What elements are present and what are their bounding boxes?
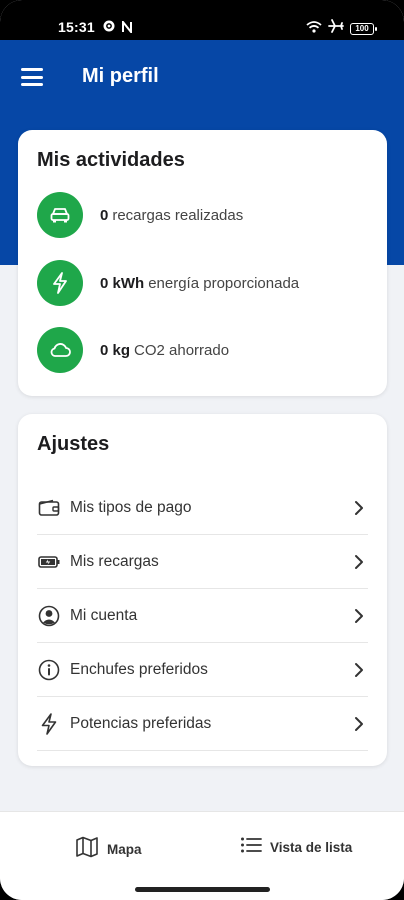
nav-map-label: Mapa — [107, 842, 142, 857]
nav-map[interactable]: Mapa — [75, 836, 142, 863]
status-right-icons: 100 — [306, 19, 377, 38]
list-icon — [240, 836, 262, 859]
chevron-right-icon — [352, 498, 366, 518]
n-badge-icon — [122, 18, 132, 38]
nav-list-view[interactable]: Vista de lista — [240, 836, 352, 859]
chevron-right-icon — [352, 552, 366, 572]
menu-bar — [21, 83, 43, 86]
status-left-icons — [102, 18, 132, 38]
nav-list-label: Vista de lista — [270, 840, 353, 855]
settings-item-plugs[interactable]: Enchufes preferidos — [37, 643, 368, 697]
airplane-icon — [328, 19, 344, 38]
phone-screen: 15:31 100 Mi perfil Mis actividades 0 re… — [0, 0, 404, 900]
settings-item-label: Mis tipos de pago — [70, 498, 192, 516]
wallet-icon — [37, 496, 61, 520]
activity-label: CO2 ahorrado — [134, 341, 230, 359]
settings-item-label: Potencias preferidas — [70, 714, 212, 732]
menu-bar — [21, 68, 43, 71]
account-icon — [37, 604, 61, 628]
map-icon — [75, 836, 99, 863]
activity-value: 0 kWh — [100, 274, 145, 292]
settings-item-account[interactable]: Mi cuenta — [37, 589, 368, 643]
activity-value: 0 — [100, 206, 109, 224]
settings-item-recharges[interactable]: Mis recargas — [37, 535, 368, 589]
wifi-icon — [306, 20, 322, 38]
chevron-right-icon — [352, 714, 366, 734]
activity-item-recargas: 0 recargas realizadas — [37, 192, 243, 238]
cloud-icon — [37, 327, 83, 373]
status-bar: 15:31 100 — [0, 0, 404, 40]
activity-text: 0 kWh energía proporcionada — [100, 275, 299, 292]
bolt-icon — [37, 260, 83, 306]
settings-item-payment[interactable]: Mis tipos de pago — [37, 481, 368, 535]
settings-item-power[interactable]: Potencias preferidas — [37, 697, 368, 751]
activities-card: Mis actividades 0 recargas realizadas 0 k… — [18, 130, 387, 396]
settings-item-label: Enchufes preferidos — [70, 660, 208, 678]
activity-label: recargas realizadas — [112, 206, 244, 224]
battery-charge-icon — [37, 550, 61, 574]
menu-bar — [21, 75, 43, 79]
settings-title: Ajustes — [37, 433, 110, 455]
activity-text: 0 kg CO2 ahorrado — [100, 342, 229, 359]
settings-item-label: Mis recargas — [70, 552, 159, 570]
page-title: Mi perfil — [82, 65, 159, 87]
home-gesture-handle[interactable] — [135, 887, 270, 892]
activity-item-energia: 0 kWh energía proporcionada — [37, 260, 299, 306]
info-icon — [37, 658, 61, 682]
activity-value: 0 kg — [100, 341, 131, 359]
settings-card: Ajustes Mis tipos de pago Mis recargas M… — [18, 414, 387, 766]
settings-icon — [102, 19, 116, 38]
activities-title: Mis actividades — [37, 149, 185, 171]
chevron-right-icon — [352, 660, 366, 680]
status-time: 15:31 — [58, 19, 95, 35]
bottom-nav: Mapa Vista de lista — [0, 811, 404, 883]
activity-label: energía proporcionada — [148, 274, 300, 292]
activity-item-co2: 0 kg CO2 ahorrado — [37, 327, 229, 373]
menu-button[interactable] — [20, 66, 44, 88]
car-icon — [37, 192, 83, 238]
bolt-outline-icon — [37, 712, 61, 736]
settings-item-label: Mi cuenta — [70, 606, 138, 624]
battery-icon: 100 — [350, 22, 377, 35]
activity-text: 0 recargas realizadas — [100, 207, 243, 224]
chevron-right-icon — [352, 606, 366, 626]
